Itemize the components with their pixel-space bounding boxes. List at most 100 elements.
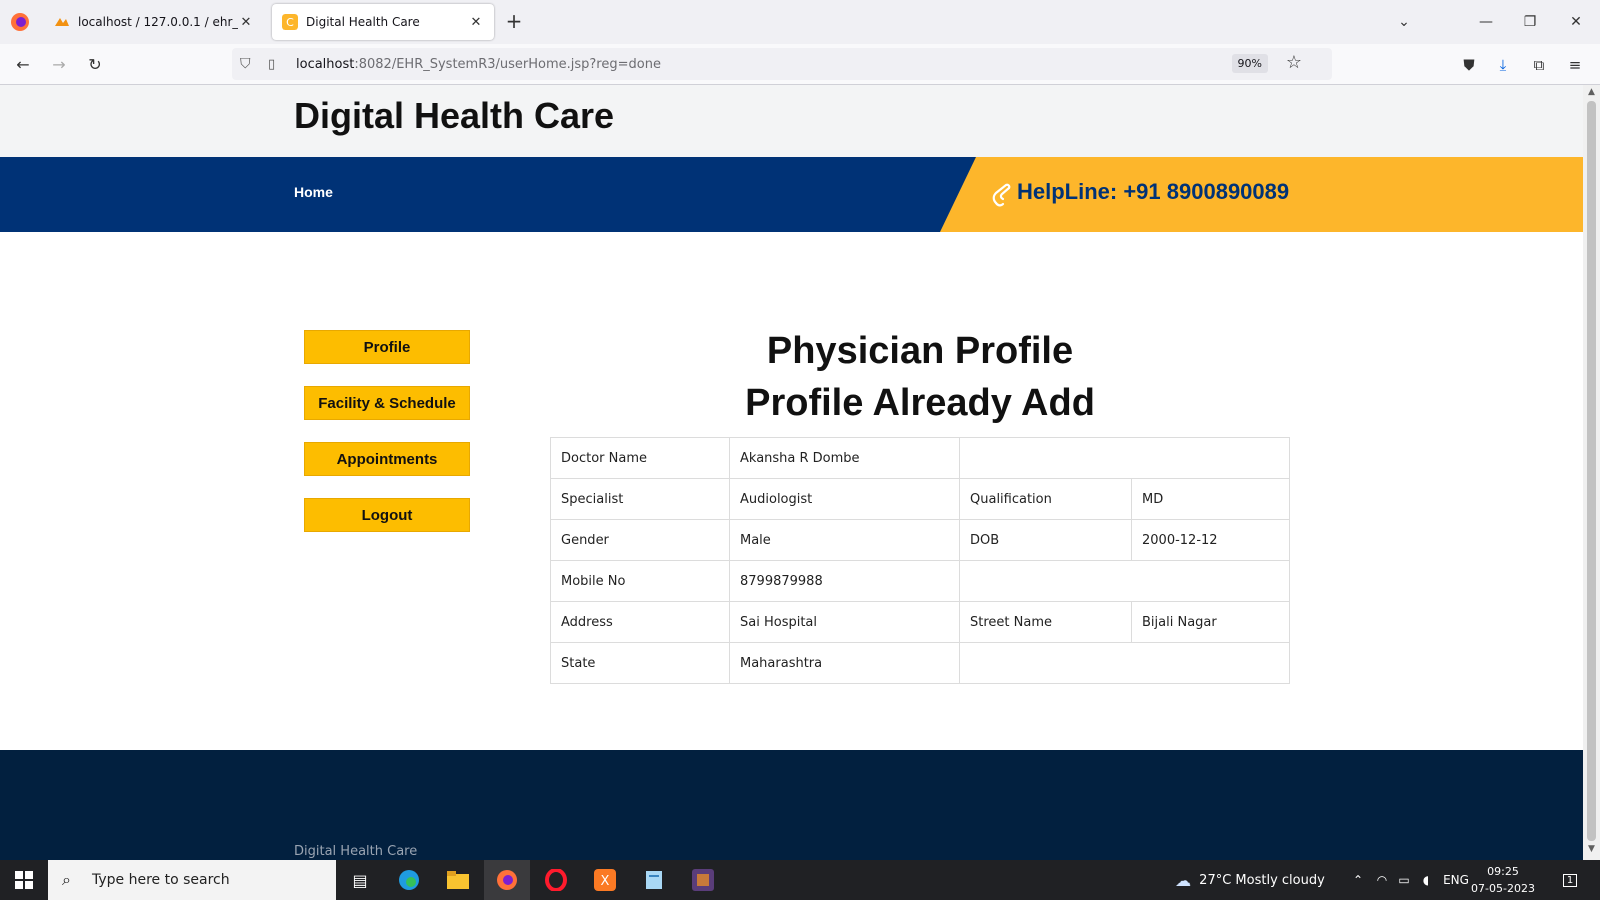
back-icon[interactable]: ← [10,52,36,78]
empty-cell [959,560,1290,602]
tab-title: localhost / 127.0.0.1 / ehr_system [78,15,238,29]
list-all-tabs-icon[interactable]: ⌄ [1390,10,1418,34]
sidebar-menu: Profile Facility & Schedule Appointments… [304,330,470,554]
scroll-down-icon[interactable]: ▼ [1583,844,1600,858]
field-label: Address [550,601,730,643]
scroll-up-icon[interactable]: ▲ [1583,87,1600,101]
battery-icon[interactable]: ▭ [1394,860,1414,900]
field-label: DOB [959,519,1132,561]
table-row: Doctor Name Akansha R Dombe [550,437,1290,479]
close-icon[interactable]: ✕ [468,15,484,30]
zoom-level[interactable]: 90% [1231,54,1268,73]
field-value: Audiologist [729,478,960,520]
search-icon: ⌕ [62,870,71,889]
physician-profile-table: Doctor Name Akansha R Dombe Specialist A… [550,437,1290,684]
empty-cell [959,642,1290,684]
edge-icon[interactable] [386,860,432,900]
tab-digital-health-care[interactable]: C Digital Health Care ✕ [272,4,494,40]
file-explorer-icon[interactable] [435,860,481,900]
page-heading: Physician Profile [766,330,1074,372]
table-row: Mobile No 8799879988 [550,560,1290,602]
main-content: Physician Profile Profile Already Add Do… [550,325,1290,684]
minimize-icon[interactable]: — [1472,10,1500,34]
logout-button[interactable]: Logout [304,498,470,532]
chevron-up-icon[interactable]: ⌃ [1348,860,1368,900]
field-label: Gender [550,519,730,561]
scrollbar-thumb[interactable] [1587,101,1596,841]
netbeans-icon[interactable] [680,860,726,900]
clock-time: 09:25 [1487,865,1519,878]
page-subheading: Profile Already Add [745,382,1095,424]
menu-icon[interactable]: ≡ [1562,52,1588,78]
wifi-icon[interactable]: ◠ [1372,860,1392,900]
field-value: MD [1131,478,1290,520]
site-favicon: C [282,14,298,30]
new-tab-button[interactable]: + [502,10,526,34]
field-value: Sai Hospital [729,601,960,643]
field-value: Akansha R Dombe [729,437,960,479]
empty-cell [959,437,1290,479]
site-title: Digital Health Care [294,95,615,136]
shield-icon[interactable]: ⛉ [240,56,256,72]
site-header: Digital Health Care [0,85,1583,157]
system-clock[interactable]: 09:25 07-05-2023 [1468,863,1538,897]
firefox-taskbar-icon[interactable] [484,860,530,900]
pocket-icon[interactable]: ⛊ [1456,52,1482,78]
firefox-icon[interactable] [8,10,32,34]
close-window-icon[interactable]: ✕ [1562,10,1590,34]
appointments-button[interactable]: Appointments [304,442,470,476]
bookmark-star-icon[interactable]: ☆ [1286,52,1302,73]
facility-schedule-button[interactable]: Facility & Schedule [304,386,470,420]
notification-icon[interactable]: 1 [1552,860,1588,900]
weather-cloud-icon[interactable]: ☁ [1175,871,1191,890]
page-scrollbar[interactable]: ▲ ▼ [1583,85,1600,860]
tab-title: Digital Health Care [306,15,420,29]
nav-home-link[interactable]: Home [294,184,333,200]
table-row: Specialist Audiologist Qualification MD [550,478,1290,520]
field-label: Mobile No [550,560,730,602]
phone-icon [992,183,1011,207]
address-bar[interactable]: ⛉ ▯ localhost:8082/EHR_SystemR3/userHome… [232,48,1332,80]
xampp-icon[interactable]: X [582,860,628,900]
tab-phpmyadmin[interactable]: localhost / 127.0.0.1 / ehr_system ✕ [44,4,264,40]
download-icon[interactable]: ⤓ [1490,52,1516,78]
site-nav: Home HelpLine: +91 8900890089 [0,157,1583,232]
table-row: State Maharashtra [550,642,1290,684]
reload-icon[interactable]: ↻ [82,52,108,78]
profile-button[interactable]: Profile [304,330,470,364]
browser-tab-bar: localhost / 127.0.0.1 / ehr_system ✕ C D… [0,0,1600,44]
field-label: Doctor Name [550,437,730,479]
field-value: 2000-12-12 [1131,519,1290,561]
svg-text:X: X [601,874,610,889]
field-label: Specialist [550,478,730,520]
field-value: Bijali Nagar [1131,601,1290,643]
close-icon[interactable]: ✕ [238,15,254,30]
notepad-icon[interactable] [631,860,677,900]
taskbar-search-box[interactable]: ⌕ Type here to search [48,860,336,900]
field-label: Street Name [959,601,1132,643]
volume-icon[interactable]: ◖ [1416,860,1436,900]
extensions-icon[interactable]: ⧉ [1526,52,1552,78]
site-footer: Digital Health Care [0,750,1583,860]
field-value: Male [729,519,960,561]
table-row: Address Sai Hospital Street Name Bijali … [550,601,1290,643]
url-text[interactable]: localhost:8082/EHR_SystemR3/userHome.jsp… [296,57,661,72]
clock-date: 07-05-2023 [1471,882,1535,895]
opera-icon[interactable] [533,860,579,900]
task-view-icon[interactable]: ▤ [337,860,383,900]
browser-nav-bar: ← → ↻ ⛉ ▯ localhost:8082/EHR_SystemR3/us… [0,44,1600,85]
restore-icon[interactable]: ❐ [1516,10,1544,34]
windows-start-icon[interactable] [0,860,48,900]
page-icon[interactable]: ▯ [268,57,284,72]
field-label: Qualification [959,478,1132,520]
footer-text: Digital Health Care [294,844,418,859]
helpline-number: HelpLine: +91 8900890089 [1017,179,1290,204]
forward-icon[interactable]: → [46,52,72,78]
page-viewport: Digital Health Care Home HelpLine: +91 8… [0,85,1583,860]
field-label: State [550,642,730,684]
notification-count: 1 [1562,873,1578,887]
phpmyadmin-icon [55,18,69,26]
windows-taskbar: ⌕ Type here to search ▤ X ☁ 27°C Mostly … [0,860,1600,900]
table-row: Gender Male DOB 2000-12-12 [550,519,1290,561]
weather-text[interactable]: 27°C Mostly cloudy [1199,873,1325,888]
